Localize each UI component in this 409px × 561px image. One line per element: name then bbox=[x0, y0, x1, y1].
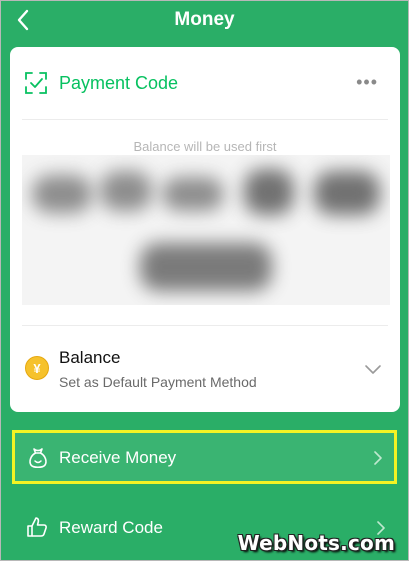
page-title: Money bbox=[174, 9, 235, 30]
watermark: WebNots.com bbox=[237, 531, 395, 555]
money-bag-icon bbox=[29, 448, 47, 469]
receive-money-label: Receive Money bbox=[59, 448, 177, 467]
reward-code-label: Reward Code bbox=[59, 518, 163, 537]
balance-subtitle: Set as Default Payment Method bbox=[59, 374, 257, 390]
receive-money-button[interactable]: Receive Money bbox=[12, 430, 397, 484]
payment-code-header: Payment Code ••• bbox=[10, 47, 400, 119]
blurred-payment-code bbox=[22, 155, 390, 305]
yen-coin-icon: ¥ bbox=[25, 356, 49, 380]
payment-card: Payment Code ••• Balance will be used fi… bbox=[10, 47, 400, 412]
balance-hint: Balance will be used first bbox=[133, 139, 277, 154]
scan-check-icon bbox=[25, 72, 47, 94]
more-icon[interactable]: ••• bbox=[356, 72, 378, 93]
payment-code-title: Payment Code bbox=[59, 73, 179, 93]
divider bbox=[22, 119, 388, 120]
top-bar: Money bbox=[0, 0, 409, 42]
chevron-right-icon bbox=[374, 451, 382, 465]
balance-title: Balance bbox=[59, 348, 121, 367]
thumbs-up-icon bbox=[27, 517, 47, 537]
chevron-down-icon bbox=[365, 365, 381, 374]
balance-payment-method[interactable]: ¥ Balance Set as Default Payment Method bbox=[10, 326, 400, 412]
